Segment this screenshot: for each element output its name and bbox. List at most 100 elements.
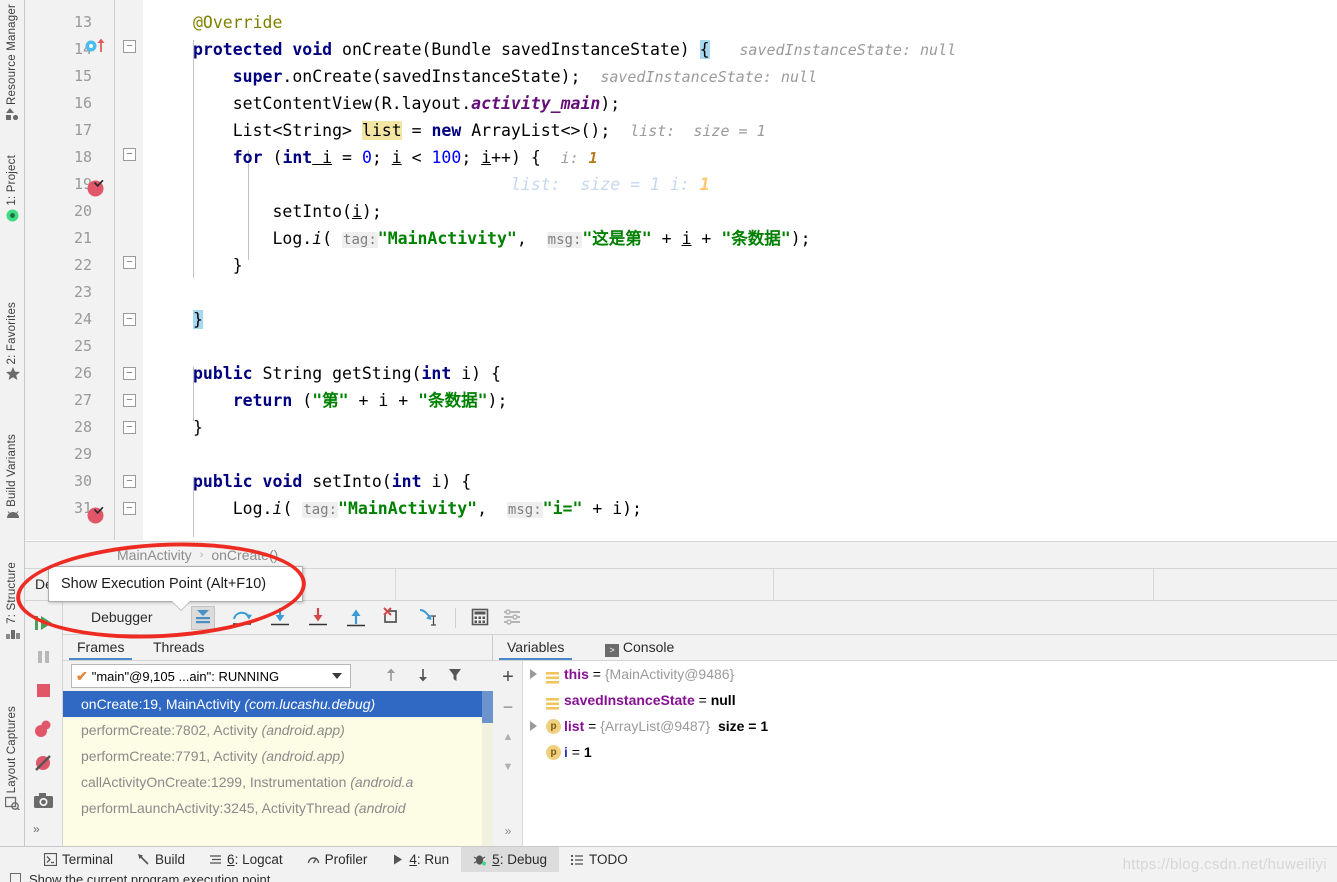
- chevron-right-icon[interactable]: [530, 721, 537, 731]
- settings-button[interactable]: [501, 606, 525, 630]
- move-watch-down-button[interactable]: ▼: [498, 757, 518, 777]
- scrollbar-thumb[interactable]: [482, 691, 493, 723]
- sidebar-item-resource-manager[interactable]: Resource Manager: [0, 4, 25, 124]
- code-editor[interactable]: 13 14 15 16 17 18 19 20 21 22 23 24 25 2…: [25, 0, 1337, 540]
- sidebar-item-project[interactable]: 1: Project: [0, 155, 25, 226]
- code-token-plain: setContentView(R.layout.: [232, 94, 472, 113]
- list-item[interactable]: callActivityOnCreate:1299, Instrumentati…: [63, 769, 493, 795]
- chevron-right-icon[interactable]: [530, 669, 537, 679]
- fold-toggle-line14[interactable]: −: [123, 40, 136, 53]
- step-into-button[interactable]: [269, 606, 293, 630]
- bottom-item-debug[interactable]: 5: Debug: [461, 846, 559, 873]
- code-token-kw: int: [391, 472, 422, 491]
- status-bar: Show the current program execution point: [0, 872, 1337, 882]
- debugger-tab-label[interactable]: Debugger: [91, 609, 153, 625]
- bottom-item-profiler[interactable]: Profiler: [295, 847, 380, 873]
- list-item[interactable]: this = {MainActivity@9486}: [524, 661, 1337, 687]
- editor-gutter[interactable]: 13 14 15 16 17 18 19 20 21 22 23 24 25 2…: [25, 0, 115, 540]
- remove-watch-button[interactable]: −: [498, 697, 518, 717]
- bottom-item-build[interactable]: Build: [125, 847, 197, 873]
- list-item[interactable]: onCreate:19, MainActivity (com.lucashu.d…: [63, 691, 493, 717]
- drop-frame-button[interactable]: [381, 606, 405, 630]
- list-item[interactable]: p i = 1: [524, 739, 1337, 765]
- force-step-into-button[interactable]: [307, 606, 331, 630]
- filter-button[interactable]: [445, 667, 465, 685]
- bottom-item-profiler-label: Profiler: [324, 852, 368, 867]
- implementing-method-icon[interactable]: [85, 38, 105, 56]
- run-to-cursor-button[interactable]: [417, 606, 441, 630]
- add-watch-button[interactable]: +: [498, 667, 518, 687]
- tab-console[interactable]: > Console: [605, 639, 674, 657]
- fold-toggle-line24[interactable]: −: [123, 313, 136, 326]
- watermark: https://blog.csdn.net/huweiliyi: [1122, 856, 1327, 873]
- fold-toggle-line18[interactable]: −: [123, 148, 136, 161]
- step-out-button[interactable]: [345, 606, 369, 630]
- sidebar-item-layout-captures[interactable]: Layout Captures: [0, 706, 25, 814]
- list-item[interactable]: performLaunchActivity:3245, ActivityThre…: [63, 795, 493, 821]
- show-execution-point-button[interactable]: [191, 606, 215, 630]
- fold-toggle-line26[interactable]: −: [123, 367, 136, 380]
- sidebar-item-build-variants[interactable]: Build Variants: [0, 434, 25, 524]
- sidebar-item-favorites[interactable]: 2: Favorites: [0, 302, 25, 384]
- inline-hint-value: 1: [588, 149, 598, 167]
- breakpoint-verified-icon[interactable]: [87, 505, 105, 524]
- move-down-button[interactable]: [413, 667, 433, 685]
- code-token-plain: );: [361, 202, 382, 221]
- expand-more-button[interactable]: »: [498, 821, 518, 841]
- project-icon: [6, 209, 19, 226]
- code-token-var: i: [681, 229, 692, 248]
- fold-toggle-line27[interactable]: −: [123, 394, 136, 407]
- chevron-down-icon[interactable]: [332, 673, 342, 679]
- bottom-item-todo[interactable]: TODO: [559, 847, 640, 873]
- bottom-item-logcat[interactable]: 6: Logcat: [197, 847, 295, 873]
- code-text-area[interactable]: @Override protected void onCreate(Bundle…: [143, 0, 1337, 540]
- code-folding-column[interactable]: − − − − − − − − −: [115, 0, 203, 540]
- list-item[interactable]: p list = {ArrayList@9487} size = 1: [524, 713, 1337, 739]
- code-token-plain: =: [401, 121, 432, 140]
- tab-frames[interactable]: Frames: [68, 639, 133, 660]
- pause-program-button[interactable]: [33, 647, 55, 669]
- param-hint-msg: msg:: [546, 232, 583, 248]
- thread-selector-value: "main"@9,105 ...ain": RUNNING: [91, 668, 280, 684]
- bottom-item-run[interactable]: 4: Run: [379, 847, 461, 873]
- resume-program-button[interactable]: [33, 613, 55, 635]
- mute-breakpoints-button[interactable]: [33, 753, 55, 775]
- code-line-22: }: [193, 252, 1337, 279]
- code-line-13: @Override: [193, 9, 1337, 36]
- tab-threads[interactable]: Threads: [153, 639, 204, 655]
- breadcrumb-class[interactable]: MainActivity: [117, 547, 192, 563]
- thread-selector[interactable]: ✔ "main"@9,105 ...ain": RUNNING: [71, 664, 351, 688]
- inline-hint-key: i:: [669, 175, 690, 194]
- list-item[interactable]: performCreate:7802, Activity (android.ap…: [63, 717, 493, 743]
- code-token-kw: for: [232, 148, 263, 167]
- list-item[interactable]: savedInstanceState = null: [524, 687, 1337, 713]
- stop-button[interactable]: [33, 681, 55, 703]
- resource-manager-icon: [6, 108, 19, 124]
- fold-toggle-line28[interactable]: −: [123, 421, 136, 434]
- variable-value: null: [710, 692, 736, 708]
- bottom-item-run-label: 4: Run: [409, 852, 450, 867]
- move-up-button[interactable]: [381, 667, 401, 685]
- breadcrumb[interactable]: MainActivity › onCreate(): [25, 541, 1337, 569]
- breakpoint-verified-icon[interactable]: [87, 178, 105, 197]
- list-item[interactable]: performCreate:7791, Activity (android.ap…: [63, 743, 493, 769]
- move-watch-up-button[interactable]: ▲: [498, 727, 518, 747]
- evaluate-expression-button[interactable]: [469, 606, 493, 630]
- code-token-plain: ;: [371, 148, 392, 167]
- tab-variables[interactable]: Variables: [498, 639, 573, 660]
- bottom-item-terminal[interactable]: Terminal: [32, 847, 125, 873]
- fold-toggle-line31[interactable]: −: [123, 502, 136, 515]
- frames-scrollbar[interactable]: [482, 691, 493, 846]
- header-divider: [1153, 569, 1154, 601]
- fold-toggle-line30[interactable]: −: [123, 475, 136, 488]
- toolbar-separator: [455, 608, 456, 628]
- variables-list[interactable]: this = {MainActivity@9486} savedInstance…: [524, 661, 1337, 846]
- breadcrumb-method[interactable]: onCreate(): [211, 547, 278, 563]
- sidebar-item-structure[interactable]: 7: Structure: [0, 562, 25, 643]
- more-button[interactable]: »: [33, 821, 55, 843]
- step-over-button[interactable]: [231, 606, 255, 630]
- frames-list[interactable]: onCreate:19, MainActivity (com.lucashu.d…: [63, 691, 493, 846]
- fold-toggle-line22[interactable]: −: [123, 256, 136, 269]
- screenshot-button[interactable]: [33, 791, 55, 813]
- view-breakpoints-button[interactable]: [33, 719, 55, 741]
